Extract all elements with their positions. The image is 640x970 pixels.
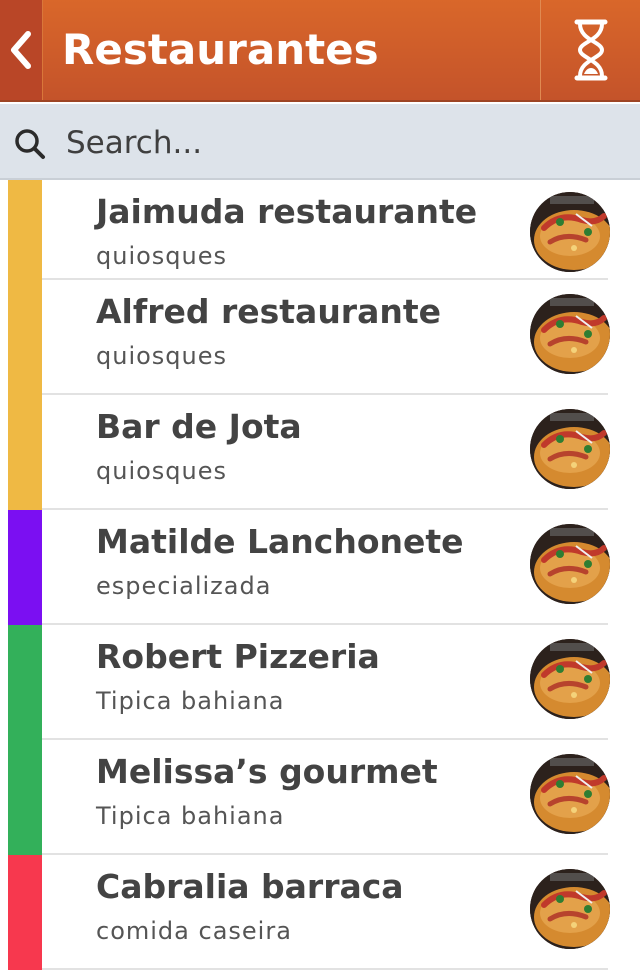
restaurant-category: Tipica bahiana: [96, 802, 285, 830]
restaurant-name: Alfred restaurante: [96, 292, 442, 331]
restaurant-name: Bar de Jota: [96, 407, 302, 446]
restaurant-name: Cabralia barraca: [96, 867, 404, 906]
restaurant-category: quiosques: [96, 242, 228, 270]
hourglass-icon: [574, 19, 607, 81]
restaurant-thumbnail: [530, 409, 610, 489]
list-item[interactable]: Robert Pizzeria Tipica bahiana: [0, 625, 640, 740]
chevron-left-icon: [11, 31, 31, 69]
restaurant-thumbnail: [530, 754, 610, 834]
restaurant-thumbnail: [530, 869, 610, 949]
search-input[interactable]: [64, 121, 608, 165]
list-item[interactable]: Bar de Jota quiosques: [0, 395, 640, 510]
page-title: Restaurantes: [62, 25, 379, 74]
restaurant-category: especializada: [96, 572, 272, 600]
category-color-bar: [8, 510, 42, 625]
restaurant-thumbnail: [530, 639, 610, 719]
list-item[interactable]: Alfred restaurante quiosques: [0, 280, 640, 395]
category-color-bar: [8, 180, 42, 280]
category-color-bar: [8, 740, 42, 855]
restaurant-name: Robert Pizzeria: [96, 637, 380, 676]
restaurant-category: quiosques: [96, 342, 228, 370]
restaurant-category: Tipica bahiana: [96, 687, 285, 715]
back-button[interactable]: [0, 0, 43, 100]
restaurant-category: comida caseira: [96, 917, 292, 945]
category-color-bar: [8, 280, 42, 395]
top-bar: Restaurantes: [0, 0, 640, 102]
category-color-bar: [8, 625, 42, 740]
restaurant-name: Matilde Lanchonete: [96, 522, 464, 561]
search-icon: [15, 129, 45, 159]
list-item[interactable]: Matilde Lanchonete especializada: [0, 510, 640, 625]
list-item[interactable]: Melissa’s gourmet Tipica bahiana: [0, 740, 640, 855]
category-color-bar: [8, 395, 42, 510]
restaurant-category: quiosques: [96, 457, 228, 485]
list-item[interactable]: Jaimuda restaurante quiosques: [0, 180, 640, 280]
restaurant-thumbnail: [530, 192, 610, 272]
restaurant-name: Melissa’s gourmet: [96, 752, 438, 791]
restaurant-list: Jaimuda restaurante quiosques Alfred resta…: [0, 180, 640, 970]
timer-button[interactable]: [541, 0, 640, 100]
restaurant-thumbnail: [530, 294, 610, 374]
restaurant-name: Jaimuda restaurante: [96, 192, 478, 231]
search-bar: [0, 104, 640, 180]
restaurant-thumbnail: [530, 524, 610, 604]
category-color-bar: [8, 855, 42, 970]
list-item[interactable]: Cabralia barraca comida caseira: [0, 855, 640, 970]
